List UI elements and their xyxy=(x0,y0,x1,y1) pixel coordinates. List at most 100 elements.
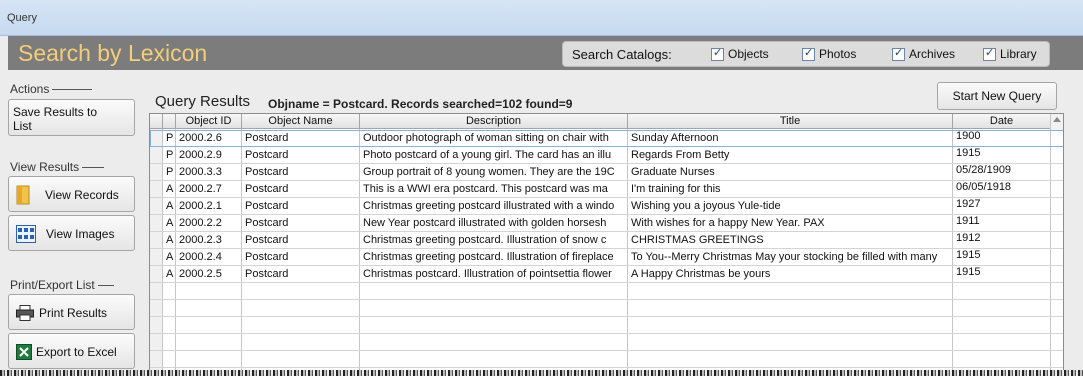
checkbox-box[interactable]: ✓ xyxy=(892,47,905,61)
cell-description[interactable]: Christmas postcard. Illustration of poin… xyxy=(360,266,628,283)
cell-name[interactable]: Postcard xyxy=(242,181,360,198)
cell-id[interactable] xyxy=(176,300,242,317)
cell-type[interactable]: P xyxy=(163,147,176,164)
grid-scrollbar[interactable] xyxy=(1050,114,1063,130)
cell-name[interactable] xyxy=(242,283,360,300)
cell-description[interactable] xyxy=(360,351,628,368)
save-results-button[interactable]: Save Results to List xyxy=(8,99,135,136)
empty-row[interactable] xyxy=(150,283,1063,300)
view-records-button[interactable]: View Records xyxy=(8,176,135,212)
col-header-title[interactable]: Title xyxy=(628,114,953,129)
cell-type[interactable] xyxy=(163,351,176,368)
cell-title[interactable]: Sunday Afternoon xyxy=(628,130,953,147)
cell-title[interactable]: I'm training for this xyxy=(628,181,953,198)
cell-description[interactable] xyxy=(360,317,628,334)
cell-date[interactable] xyxy=(953,317,1051,334)
cell-title[interactable]: With wishes for a happy New Year. PAX xyxy=(628,215,953,232)
cell-type[interactable]: P xyxy=(163,130,176,147)
cell-date[interactable]: 1915 xyxy=(953,147,1051,164)
cell-title[interactable] xyxy=(628,334,953,351)
cell-description[interactable]: New Year postcard illustrated with golde… xyxy=(360,215,628,232)
cell-id[interactable]: 2000.2.6 xyxy=(176,130,242,147)
cell-type[interactable]: A xyxy=(163,266,176,283)
table-row[interactable]: A 2000.2.4 Postcard Christmas greeting post… xyxy=(150,249,1063,266)
cell-title[interactable] xyxy=(628,283,953,300)
table-row[interactable]: P 2000.3.3 Postcard Group portrait of 8 you… xyxy=(150,164,1063,181)
cell-date[interactable]: 1900 xyxy=(953,130,1051,147)
cell-description[interactable]: Christmas greeting postcard. Illustratio… xyxy=(360,249,628,266)
cell-name[interactable] xyxy=(242,317,360,334)
cell-description[interactable]: Outdoor photograph of woman sitting on c… xyxy=(360,130,628,147)
cell-name[interactable]: Postcard xyxy=(242,198,360,215)
checkbox-box[interactable]: ✓ xyxy=(711,47,724,61)
cell-name[interactable]: Postcard xyxy=(242,232,360,249)
cell-title[interactable]: A Happy Christmas be yours xyxy=(628,266,953,283)
cell-date[interactable]: 05/28/1909 xyxy=(953,164,1051,181)
archives-checkbox[interactable]: ✓ Archives xyxy=(892,47,955,62)
cell-id[interactable]: 2000.3.3 xyxy=(176,164,242,181)
cell-type[interactable] xyxy=(163,334,176,351)
cell-date[interactable]: 06/05/1918 xyxy=(953,181,1051,198)
cell-date[interactable] xyxy=(953,351,1051,368)
cell-name[interactable] xyxy=(242,351,360,368)
start-new-query-button[interactable]: Start New Query xyxy=(937,82,1057,110)
cell-date[interactable] xyxy=(953,300,1051,317)
table-row[interactable]: A 2000.2.2 Postcard New Year postcard illus… xyxy=(150,215,1063,232)
cell-type[interactable] xyxy=(163,317,176,334)
view-images-button[interactable]: View Images xyxy=(8,215,135,251)
col-header-description[interactable]: Description xyxy=(360,114,628,129)
cell-id[interactable] xyxy=(176,351,242,368)
cell-description[interactable] xyxy=(360,300,628,317)
cell-type[interactable] xyxy=(163,300,176,317)
cell-date[interactable]: 1912 xyxy=(953,232,1051,249)
cell-description[interactable]: Photo postcard of a young girl. The card… xyxy=(360,147,628,164)
table-row[interactable]: A 2000.2.5 Postcard Christmas postcard. Ill… xyxy=(150,266,1063,283)
cell-description[interactable]: Group portrait of 8 young women. They ar… xyxy=(360,164,628,181)
cell-name[interactable]: Postcard xyxy=(242,164,360,181)
cell-name[interactable]: Postcard xyxy=(242,147,360,164)
cell-title[interactable] xyxy=(628,300,953,317)
cell-date[interactable] xyxy=(953,283,1051,300)
checkbox-box[interactable]: ✓ xyxy=(802,47,815,61)
cell-type[interactable]: A xyxy=(163,198,176,215)
table-row[interactable]: P 2000.2.6 Postcard Outdoor photograph of w… xyxy=(150,130,1063,147)
col-header-date[interactable]: Date xyxy=(953,114,1051,129)
cell-description[interactable] xyxy=(360,334,628,351)
cell-date[interactable]: 1915 xyxy=(953,249,1051,266)
cell-id[interactable]: 2000.2.4 xyxy=(176,249,242,266)
cell-id[interactable] xyxy=(176,334,242,351)
cell-title[interactable]: To You--Merry Christmas May your stockin… xyxy=(628,249,953,266)
cell-date[interactable]: 1915 xyxy=(953,266,1051,283)
col-header-type[interactable] xyxy=(163,114,176,129)
cell-date[interactable] xyxy=(953,334,1051,351)
cell-date[interactable]: 1911 xyxy=(953,215,1051,232)
cell-title[interactable]: Regards From Betty xyxy=(628,147,953,164)
col-header-object-id[interactable]: Object ID xyxy=(176,114,242,129)
empty-row[interactable] xyxy=(150,317,1063,334)
checkbox-box[interactable]: ✓ xyxy=(983,47,996,61)
cell-type[interactable]: P xyxy=(163,164,176,181)
cell-name[interactable]: Postcard xyxy=(242,215,360,232)
cell-name[interactable] xyxy=(242,334,360,351)
print-results-button[interactable]: Print Results xyxy=(8,294,135,330)
table-row[interactable]: A 2000.2.3 Postcard Christmas greeting post… xyxy=(150,232,1063,249)
cell-id[interactable]: 2000.2.1 xyxy=(176,198,242,215)
cell-id[interactable]: 2000.2.7 xyxy=(176,181,242,198)
scroll-up-icon[interactable] xyxy=(1053,117,1061,122)
cell-name[interactable]: Postcard xyxy=(242,130,360,147)
cell-id[interactable]: 2000.2.5 xyxy=(176,266,242,283)
cell-name[interactable] xyxy=(242,300,360,317)
library-checkbox[interactable]: ✓ Library xyxy=(983,47,1037,62)
empty-row[interactable] xyxy=(150,300,1063,317)
cell-title[interactable] xyxy=(628,317,953,334)
cell-type[interactable]: A xyxy=(163,249,176,266)
cell-id[interactable]: 2000.2.2 xyxy=(176,215,242,232)
cell-id[interactable] xyxy=(176,317,242,334)
cell-date[interactable]: 1927 xyxy=(953,198,1051,215)
photos-checkbox[interactable]: ✓ Photos xyxy=(802,47,856,62)
cell-name[interactable]: Postcard xyxy=(242,249,360,266)
empty-row[interactable] xyxy=(150,351,1063,368)
table-row[interactable]: P 2000.2.9 Postcard Photo postcard of a you… xyxy=(150,147,1063,164)
cell-title[interactable]: Graduate Nurses xyxy=(628,164,953,181)
table-row[interactable]: A 2000.2.1 Postcard Christmas greeting post… xyxy=(150,198,1063,215)
